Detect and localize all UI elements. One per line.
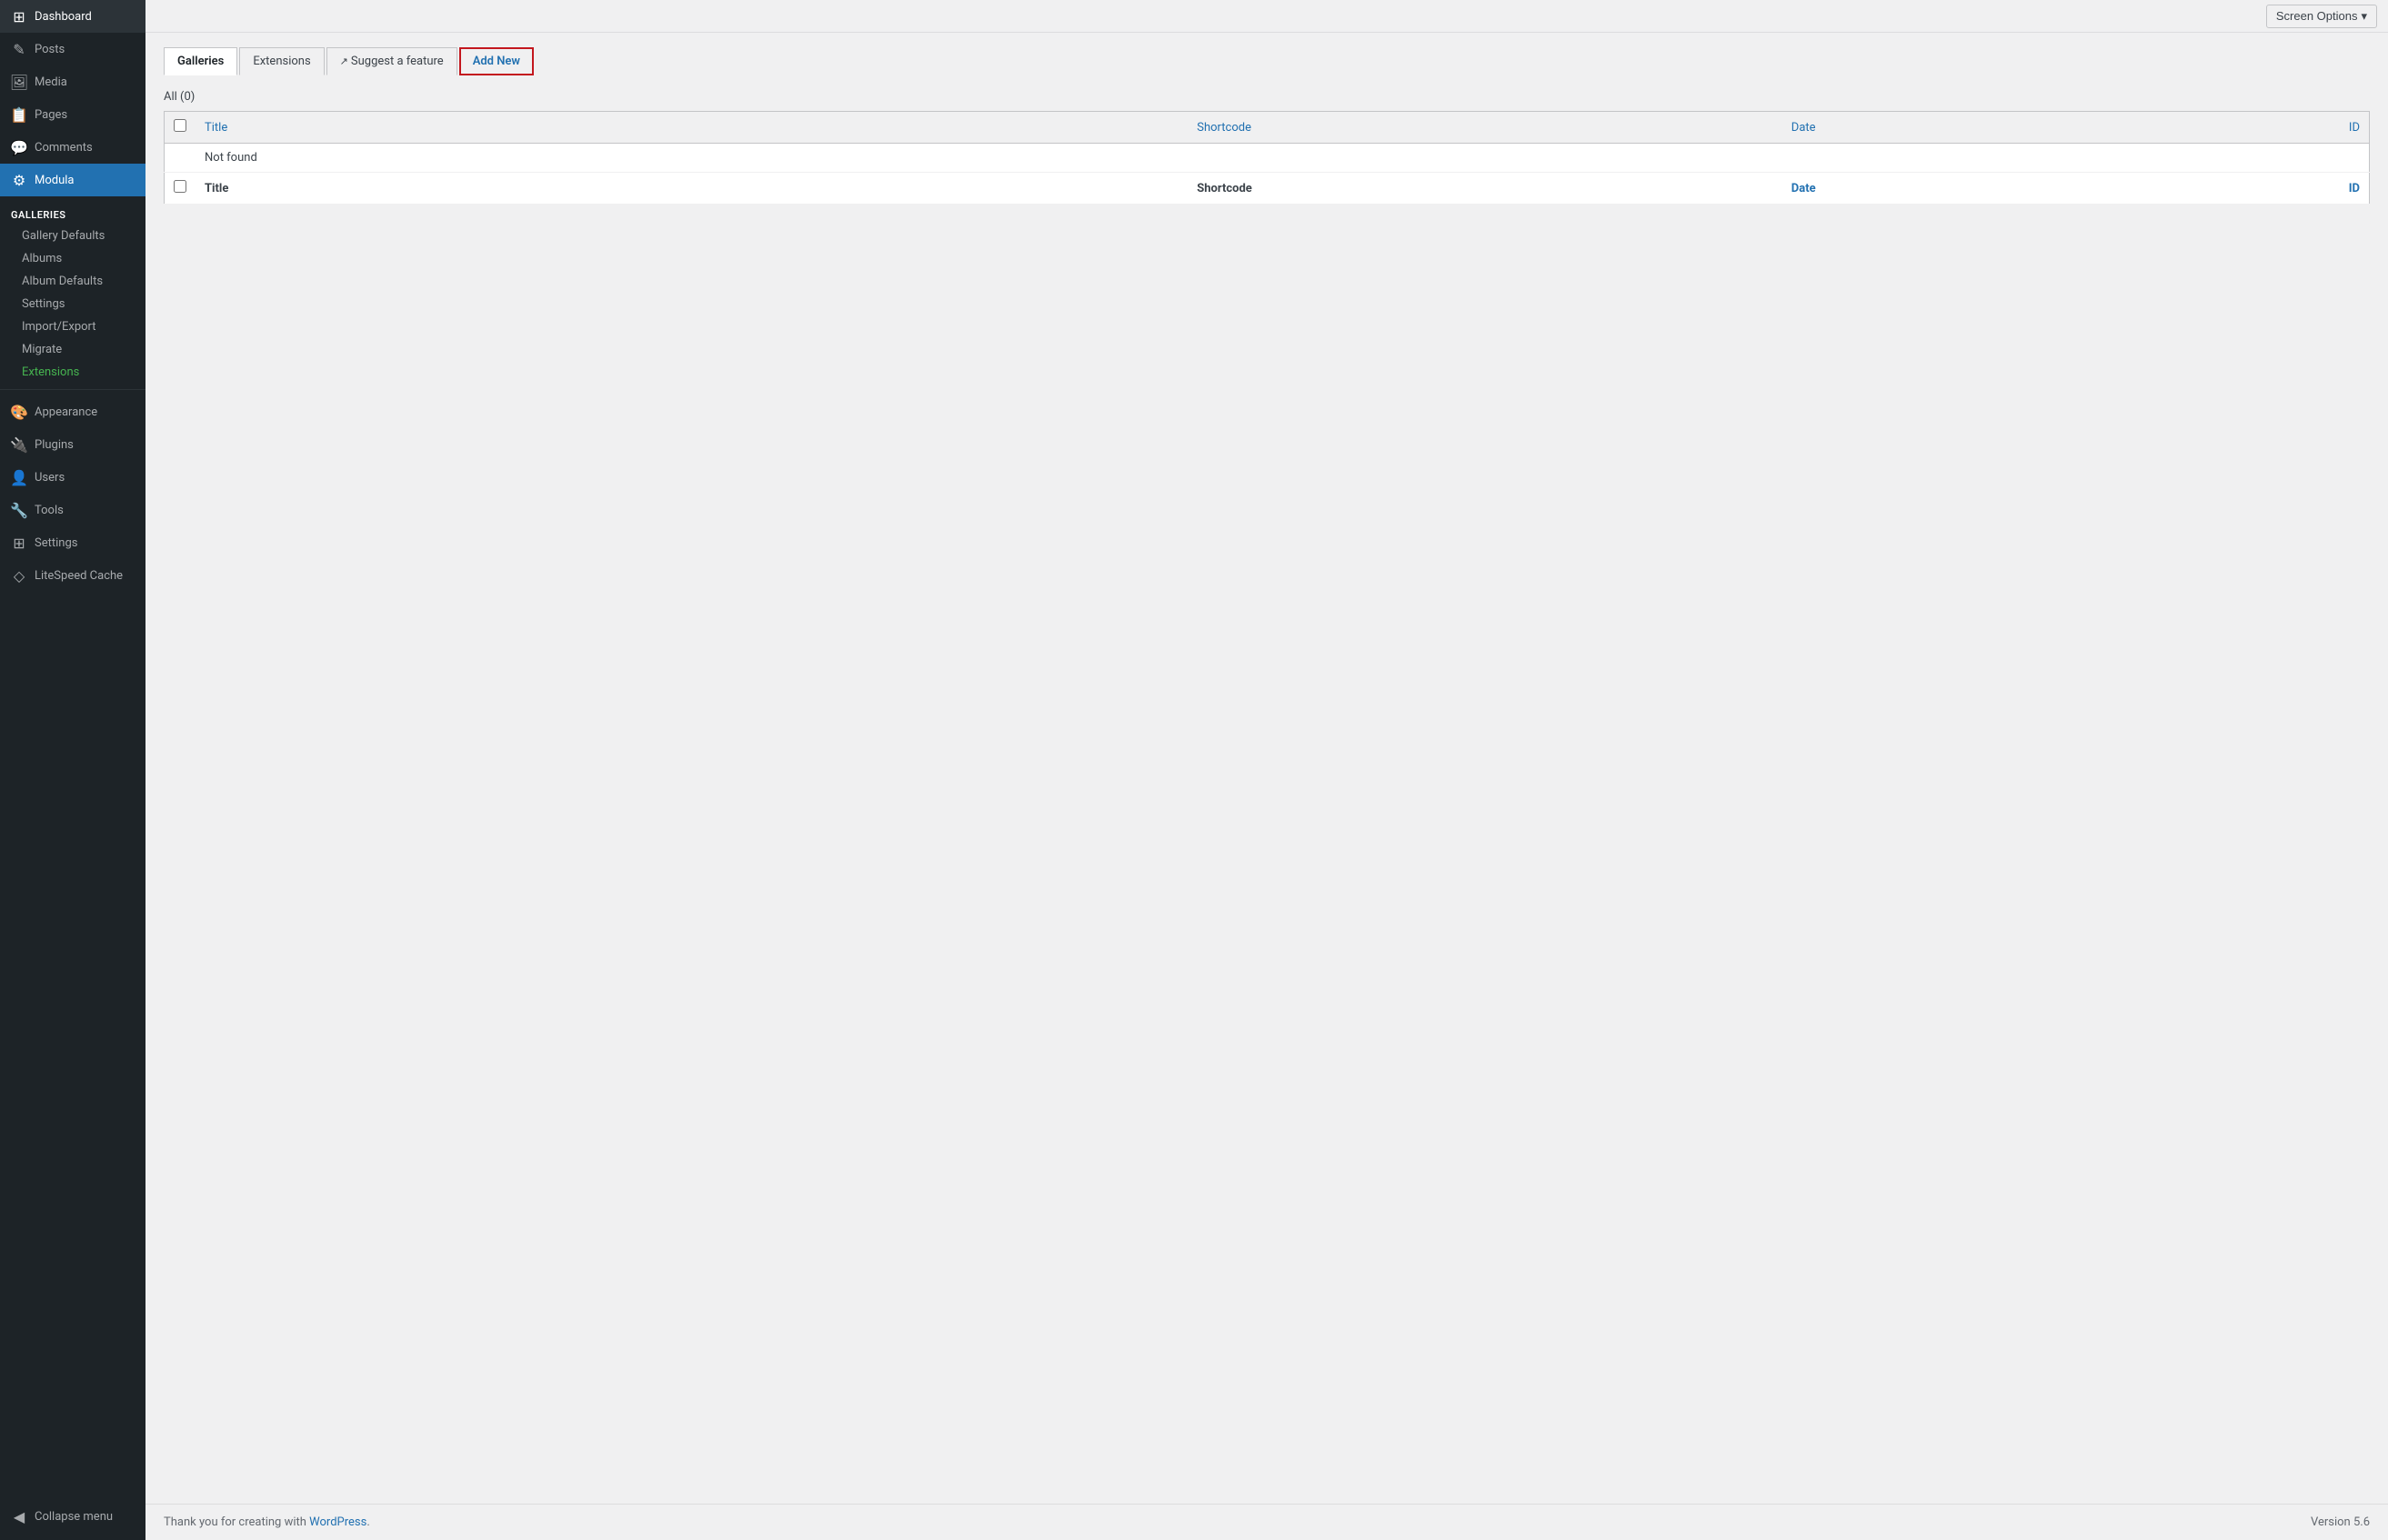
- sidebar-item-label: Modula: [35, 174, 75, 187]
- comments-icon: 💬: [11, 139, 27, 155]
- modula-icon: ⚙: [11, 172, 27, 188]
- dashboard-icon: ⊞: [11, 8, 27, 25]
- footer-thanks: Thank you for creating with WordPress.: [164, 1515, 370, 1529]
- td-not-found: Not found: [196, 144, 2370, 173]
- sidebar-item-label: Pages: [35, 108, 67, 122]
- footer-version: Version 5.6: [2311, 1515, 2370, 1529]
- th-shortcode: Shortcode: [1188, 112, 1782, 144]
- screen-options-label: Screen Options: [2276, 9, 2358, 23]
- sidebar-item-label: Posts: [35, 43, 65, 56]
- tfoot-date[interactable]: Date: [1782, 173, 2128, 205]
- th-title[interactable]: Title: [196, 112, 1188, 144]
- sidebar-item-litespeed[interactable]: ◇ LiteSpeed Cache: [0, 559, 145, 592]
- nav-tabs: Galleries Extensions ↗Suggest a feature …: [164, 47, 2370, 75]
- sidebar-sub-gallery-defaults[interactable]: Gallery Defaults: [0, 225, 145, 247]
- table-row-not-found: Not found: [165, 144, 2370, 173]
- screen-options-arrow: ▾: [2361, 9, 2367, 24]
- table-footer: Title Shortcode Date ID: [165, 173, 2370, 205]
- table-header: Title Shortcode Date ID: [165, 112, 2370, 144]
- th-id[interactable]: ID: [2128, 112, 2370, 144]
- litespeed-icon: ◇: [11, 567, 27, 584]
- filter-all-count: (0): [180, 90, 195, 104]
- sidebar-item-label: Tools: [35, 504, 64, 517]
- sidebar-item-label: Comments: [35, 141, 93, 155]
- tab-galleries[interactable]: Galleries: [164, 47, 237, 75]
- page-footer: Thank you for creating with WordPress. V…: [145, 1504, 2388, 1540]
- sidebar-item-label: Media: [35, 75, 67, 89]
- tfoot-title[interactable]: Title: [196, 173, 1188, 205]
- galleries-table: Title Shortcode Date ID Not found Title: [164, 111, 2370, 205]
- sidebar-sub-migrate[interactable]: Migrate: [0, 338, 145, 361]
- th-date[interactable]: Date: [1782, 112, 2128, 144]
- sidebar-item-label: Dashboard: [35, 10, 92, 24]
- sidebar-item-label: Settings: [35, 536, 77, 550]
- page-content: Galleries Extensions ↗Suggest a feature …: [145, 33, 2388, 1504]
- sidebar-item-appearance[interactable]: 🎨 Appearance: [0, 395, 145, 428]
- table-body: Not found: [165, 144, 2370, 173]
- sidebar: ⊞ Dashboard ✎ Posts 🖼 Media 📋 Pages 💬 Co…: [0, 0, 145, 1540]
- tfoot-checkbox: [165, 173, 196, 205]
- galleries-section-label: Galleries: [0, 196, 145, 225]
- tfoot-shortcode: Shortcode: [1188, 173, 1782, 205]
- select-all-footer-checkbox[interactable]: [174, 180, 186, 193]
- pages-icon: 📋: [11, 106, 27, 123]
- footer-thank-you-text: Thank you for creating with: [164, 1515, 306, 1529]
- sidebar-sub-import-export[interactable]: Import/Export: [0, 315, 145, 338]
- plugins-icon: 🔌: [11, 436, 27, 453]
- sidebar-spacer: [0, 592, 145, 1500]
- filter-bar: All (0): [164, 90, 2370, 104]
- appearance-icon: 🎨: [11, 404, 27, 420]
- main-content: Screen Options ▾ Galleries Extensions ↗S…: [145, 0, 2388, 1540]
- sidebar-item-pages[interactable]: 📋 Pages: [0, 98, 145, 131]
- select-all-checkbox[interactable]: [174, 119, 186, 132]
- sidebar-item-plugins[interactable]: 🔌 Plugins: [0, 428, 145, 461]
- tab-extensions[interactable]: Extensions: [239, 47, 324, 75]
- td-empty-checkbox: [165, 144, 196, 173]
- posts-icon: ✎: [11, 41, 27, 57]
- sidebar-item-label: Users: [35, 471, 65, 485]
- sidebar-item-comments[interactable]: 💬 Comments: [0, 131, 145, 164]
- sidebar-item-label: Appearance: [35, 405, 97, 419]
- sidebar-divider: [0, 389, 145, 390]
- tab-suggest-feature[interactable]: ↗Suggest a feature: [326, 47, 457, 75]
- topbar: Screen Options ▾: [145, 0, 2388, 33]
- sidebar-item-settings[interactable]: ⊞ Settings: [0, 526, 145, 559]
- collapse-label: Collapse menu: [35, 1510, 113, 1524]
- filter-all-label: All: [164, 90, 177, 104]
- sidebar-item-media[interactable]: 🖼 Media: [0, 65, 145, 98]
- collapse-icon: ◀: [11, 1508, 27, 1525]
- sidebar-sub-albums[interactable]: Albums: [0, 247, 145, 270]
- footer-wp-link[interactable]: WordPress: [309, 1515, 366, 1529]
- sidebar-sub-album-defaults[interactable]: Album Defaults: [0, 270, 145, 293]
- sidebar-item-dashboard[interactable]: ⊞ Dashboard: [0, 0, 145, 33]
- sidebar-item-label: LiteSpeed Cache: [35, 569, 123, 583]
- users-icon: 👤: [11, 469, 27, 485]
- external-link-icon: ↗: [340, 55, 348, 67]
- active-arrow: [140, 175, 151, 185]
- sidebar-item-users[interactable]: 👤 Users: [0, 461, 145, 494]
- tab-add-new[interactable]: Add New: [459, 47, 534, 75]
- settings-icon: ⊞: [11, 535, 27, 551]
- sidebar-item-posts[interactable]: ✎ Posts: [0, 33, 145, 65]
- th-checkbox: [165, 112, 196, 144]
- tfoot-id[interactable]: ID: [2128, 173, 2370, 205]
- media-icon: 🖼: [11, 74, 27, 90]
- screen-options-button[interactable]: Screen Options ▾: [2266, 5, 2377, 28]
- sidebar-item-tools[interactable]: 🔧 Tools: [0, 494, 145, 526]
- sidebar-sub-extensions[interactable]: Extensions: [0, 361, 145, 384]
- tools-icon: 🔧: [11, 502, 27, 518]
- sidebar-sub-settings[interactable]: Settings: [0, 293, 145, 315]
- sidebar-item-modula[interactable]: ⚙ Modula: [0, 164, 145, 196]
- sidebar-item-label: Plugins: [35, 438, 74, 452]
- table-footer-row: Title Shortcode Date ID: [165, 173, 2370, 205]
- table-header-row: Title Shortcode Date ID: [165, 112, 2370, 144]
- sidebar-collapse-menu[interactable]: ◀ Collapse menu: [0, 1500, 145, 1533]
